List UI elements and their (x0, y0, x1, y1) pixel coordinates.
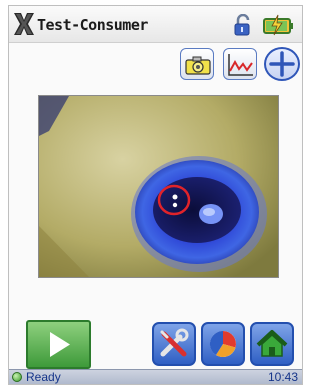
eye-image (39, 96, 278, 277)
graph-button[interactable] (223, 48, 257, 80)
title-bar: Test-Consumer (9, 6, 302, 43)
add-button[interactable] (264, 47, 300, 81)
play-icon (50, 332, 70, 357)
app-logo-icon (14, 13, 34, 35)
play-button[interactable] (26, 320, 91, 369)
home-icon (256, 330, 288, 357)
camera-feed[interactable] (38, 95, 279, 278)
status-indicator-icon (12, 372, 22, 382)
plus-icon (269, 51, 295, 77)
unlock-icon[interactable] (233, 14, 255, 36)
camera-icon (185, 56, 211, 75)
report-button[interactable] (201, 322, 245, 366)
app-title: Test-Consumer (37, 16, 148, 34)
battery-charging-icon (263, 14, 293, 36)
home-button[interactable] (250, 322, 294, 366)
camera-button[interactable] (180, 48, 214, 80)
graph-icon (228, 54, 253, 76)
status-time: 10:43 (267, 370, 298, 384)
pie-chart-icon (209, 330, 236, 358)
tools-button[interactable] (152, 322, 196, 366)
device-screen: Test-Consumer Ready 10:43 (8, 5, 303, 385)
status-text: Ready (26, 370, 61, 384)
status-bar: Ready 10:43 (9, 369, 302, 384)
tools-icon (160, 328, 189, 357)
